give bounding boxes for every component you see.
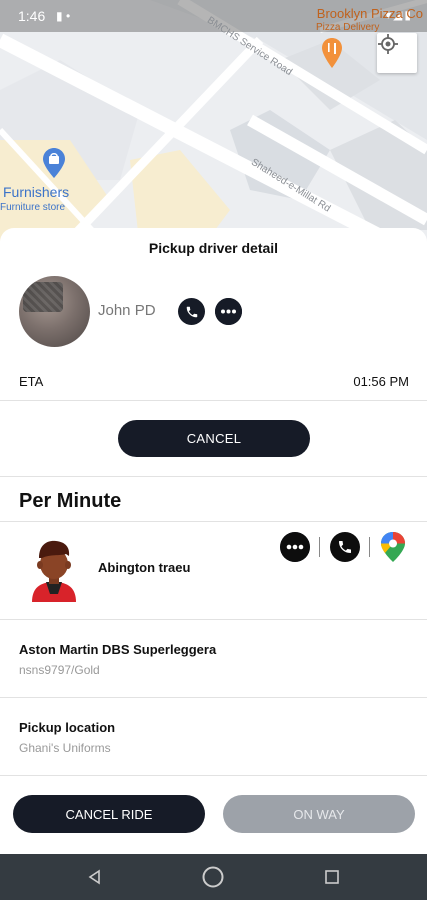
- chat-driver-button[interactable]: [215, 298, 242, 325]
- driver-detail-sheet: Pickup driver detail John PD ETA 01:56 P…: [0, 228, 427, 854]
- icon-separator: [369, 537, 370, 557]
- chat-icon: [215, 298, 242, 325]
- eta-row: ETA 01:56 PM: [0, 374, 427, 400]
- eta-value: 01:56 PM: [353, 374, 409, 389]
- pickup-location-value: Ghani's Uniforms: [19, 741, 111, 755]
- rider-avatar: [32, 540, 76, 602]
- on-way-button[interactable]: ON WAY: [223, 795, 415, 833]
- locate-me-button[interactable]: [377, 33, 417, 73]
- call-driver-button[interactable]: [178, 298, 205, 325]
- shopping-pin-icon[interactable]: [43, 148, 65, 178]
- map-poi-furniture-store: Furniture store: [0, 202, 66, 213]
- car-name: Aston Martin DBS Superleggera: [19, 642, 217, 657]
- home-button[interactable]: [201, 865, 225, 889]
- driver-avatar: [19, 276, 90, 347]
- sheet-title: Pickup driver detail: [148, 240, 279, 256]
- map-poi-brooklyn[interactable]: Brooklyn Pizza Co: [317, 6, 423, 21]
- fare-type-title: Per Minute: [19, 490, 122, 512]
- cancel-button[interactable]: CANCEL: [118, 420, 310, 457]
- sim-icon: ▮ •: [56, 9, 71, 23]
- eta-label: ETA: [19, 374, 44, 389]
- restaurant-pin-icon[interactable]: [322, 38, 342, 68]
- divider: [0, 775, 427, 776]
- map-poi-furnishers[interactable]: Furnishers: [3, 184, 69, 200]
- divider: [0, 697, 427, 698]
- chat-rider-button[interactable]: [280, 532, 310, 562]
- rider-name: Abington traeu: [98, 560, 191, 575]
- system-nav-bar: [0, 854, 427, 900]
- google-maps-icon[interactable]: [379, 532, 407, 562]
- divider: [0, 400, 427, 401]
- recents-icon: [325, 870, 339, 884]
- cancel-ride-button[interactable]: CANCEL RIDE: [13, 795, 205, 833]
- call-rider-button[interactable]: [330, 532, 360, 562]
- icon-separator: [319, 537, 320, 557]
- back-button[interactable]: [83, 865, 107, 889]
- locate-me-icon: [378, 34, 398, 54]
- divider: [0, 619, 427, 620]
- phone-icon: [186, 306, 197, 317]
- back-icon: [88, 869, 100, 885]
- map-poi-pizza-delivery: Pizza Delivery: [316, 22, 380, 33]
- home-icon: [202, 866, 224, 888]
- map-view[interactable]: 1:46 ▮ • ▾◢▮ Brooklyn Pizza Co Pizza Del…: [0, 0, 427, 250]
- status-time: 1:46: [18, 8, 46, 24]
- divider: [0, 476, 427, 477]
- divider: [0, 521, 427, 522]
- driver-name: John PD: [98, 302, 156, 319]
- phone-icon: [339, 541, 351, 553]
- car-plate: nsns9797/Gold: [19, 663, 100, 677]
- pickup-location-label: Pickup location: [19, 720, 116, 735]
- recents-button[interactable]: [320, 865, 344, 889]
